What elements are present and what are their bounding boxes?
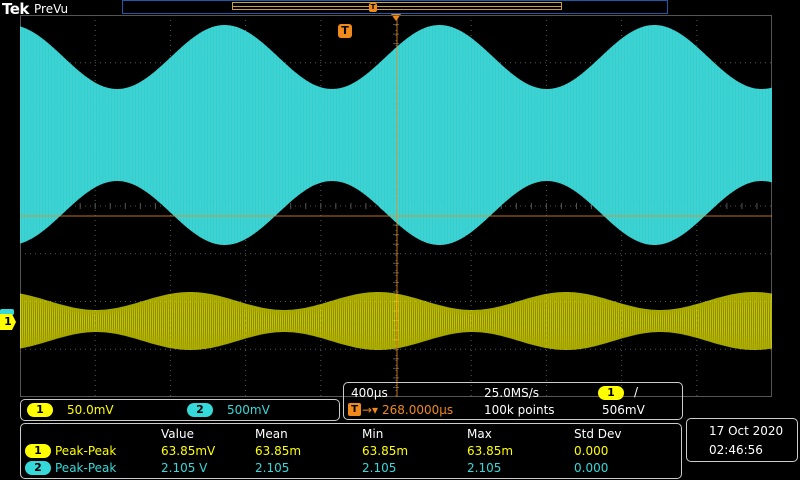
meas-row2-mean: 2.105 xyxy=(255,461,290,475)
meas-row1-mean: 63.85m xyxy=(255,444,302,458)
meas-row1-max: 63.85m xyxy=(467,444,514,458)
timebase-trigger-panel[interactable]: 400µs 25.0MS/s 1 / T →▾ 268.0000µs 100k … xyxy=(343,382,683,420)
measurement-panel[interactable]: Value Mean Min Max Std Dev 1 Peak-Peak 6… xyxy=(20,423,682,479)
time-display: 02:46:56 xyxy=(709,443,763,457)
meas-header-min: Min xyxy=(362,427,384,441)
meas-row1-channel-badge: 1 xyxy=(25,444,51,458)
ch2-waveform xyxy=(20,25,772,245)
ch2-badge[interactable]: 2 xyxy=(187,403,213,417)
meas-row1-min: 63.85m xyxy=(362,444,409,458)
ch1-ground-marker[interactable]: 1 xyxy=(0,314,16,330)
trigger-delay[interactable]: 268.0000µs xyxy=(382,403,453,417)
record-view-window[interactable] xyxy=(232,2,562,10)
trigger-delay-icon: T xyxy=(348,403,361,416)
meas-row1-name[interactable]: Peak-Peak xyxy=(55,444,116,458)
ch2-scale[interactable]: 500mV xyxy=(227,403,270,417)
trigger-level[interactable]: 506mV xyxy=(602,403,645,417)
meas-row2-min: 2.105 xyxy=(362,461,397,475)
meas-row2-name[interactable]: Peak-Peak xyxy=(55,461,116,475)
meas-header-stddev: Std Dev xyxy=(574,427,622,441)
ch1-waveform xyxy=(20,291,772,351)
meas-header-value: Value xyxy=(161,427,194,441)
ch1-scale[interactable]: 50.0mV xyxy=(67,403,114,417)
time-per-div[interactable]: 400µs xyxy=(351,386,388,400)
meas-row2-value: 2.105 V xyxy=(161,461,208,475)
trigger-source-badge[interactable]: 1 xyxy=(598,386,624,400)
datetime-panel[interactable]: 17 Oct 2020 02:46:56 xyxy=(686,418,798,462)
waveform-display[interactable] xyxy=(20,15,772,397)
meas-header-mean: Mean xyxy=(255,427,288,441)
channel-scale-panel[interactable]: 1 50.0mV 2 500mV xyxy=(20,399,340,421)
sample-rate: 25.0MS/s xyxy=(484,386,539,400)
record-trigger-icon: T xyxy=(369,3,377,12)
meas-row1-stddev: 0.000 xyxy=(574,444,609,458)
acquisition-mode-label: PreVu xyxy=(34,2,69,16)
meas-row2-channel-badge: 2 xyxy=(25,461,51,475)
date-display: 17 Oct 2020 xyxy=(709,424,784,438)
meas-row1-value: 63.85mV xyxy=(161,444,216,458)
meas-row2-stddev: 0.000 xyxy=(574,461,609,475)
record-length[interactable]: 100k points xyxy=(484,403,555,417)
trigger-slope-icon[interactable]: / xyxy=(634,385,638,399)
meas-row2-max: 2.105 xyxy=(467,461,502,475)
trigger-delay-arrow-icon: →▾ xyxy=(362,403,379,417)
ch1-badge[interactable]: 1 xyxy=(27,403,53,417)
meas-header-max: Max xyxy=(467,427,492,441)
